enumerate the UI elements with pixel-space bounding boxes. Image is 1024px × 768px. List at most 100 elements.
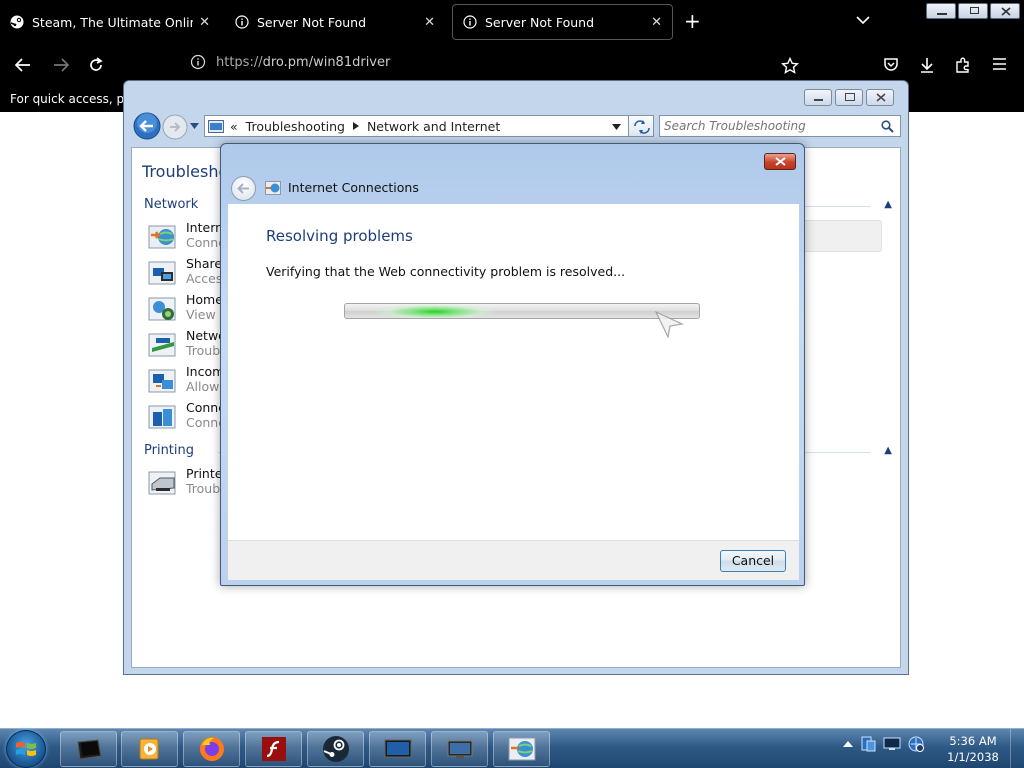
chevron-down-icon[interactable] <box>855 14 871 26</box>
pocket-icon[interactable] <box>883 57 899 73</box>
dialog-title: Internet Connections <box>288 180 419 195</box>
progress-marquee <box>375 304 495 318</box>
forward-arrow-icon[interactable] <box>52 57 70 73</box>
breadcrumb-prefix: « <box>230 118 238 134</box>
action-center-icon[interactable] <box>859 735 877 753</box>
window-controls <box>804 89 894 106</box>
new-tab-button[interactable]: + <box>684 11 701 31</box>
show-desktop-button[interactable] <box>1010 729 1024 768</box>
recent-pages-chevron-icon[interactable] <box>190 123 199 129</box>
address-bar[interactable]: « Troubleshooting Network and Internet <box>204 115 650 137</box>
media-player-icon <box>139 738 158 760</box>
item-subtitle: Troubl <box>186 343 224 358</box>
clock-time: 5:36 AM <box>949 734 997 748</box>
taskbar: 5:36 AM 1/1/2038 <box>0 728 1024 768</box>
refresh-button[interactable] <box>628 115 654 137</box>
status-message: Verifying that the Web connectivity prob… <box>266 264 626 279</box>
search-input[interactable] <box>664 117 874 135</box>
breadcrumb-troubleshooting[interactable]: Troubleshooting <box>246 119 345 134</box>
minimize-button[interactable] <box>926 3 956 19</box>
extensions-icon[interactable] <box>955 57 972 74</box>
breadcrumb-network-and-internet[interactable]: Network and Internet <box>367 119 500 134</box>
hamburger-menu-icon[interactable] <box>992 57 1007 71</box>
item-subtitle: Troubl <box>186 481 224 496</box>
windows-logo-icon <box>16 742 36 756</box>
taskbar-app-terminal[interactable] <box>60 731 117 767</box>
system-clock[interactable]: 5:36 AM 1/1/2038 <box>945 733 1001 765</box>
dialog-close-button[interactable] <box>764 153 796 170</box>
back-arrow-icon[interactable] <box>14 57 32 73</box>
tab-title: Steam, The Ultimate Online Ga <box>32 14 193 30</box>
maximize-button[interactable] <box>835 89 863 106</box>
printer-icon <box>148 471 176 495</box>
back-arrow-icon <box>237 183 249 194</box>
tab-bar: Steam, The Ultimate Online Ga ✕ Server N… <box>0 0 1024 44</box>
steam-icon <box>10 15 24 29</box>
search-icon[interactable] <box>881 120 894 133</box>
minimize-button[interactable] <box>804 89 832 106</box>
restore-button[interactable] <box>958 3 988 19</box>
close-window-button[interactable] <box>866 89 894 106</box>
start-button[interactable] <box>6 730 46 768</box>
incoming-connections-icon <box>148 369 176 393</box>
tab-server-not-found-1[interactable]: Server Not Found ✕ <box>225 4 445 40</box>
breadcrumb-separator-icon[interactable] <box>352 122 359 130</box>
close-icon[interactable]: ✕ <box>651 15 662 30</box>
taskbar-app-flash[interactable] <box>245 731 302 767</box>
show-hidden-icons-icon[interactable] <box>843 740 853 748</box>
cancel-button[interactable]: Cancel <box>720 550 786 572</box>
dialog-back-button[interactable] <box>231 176 256 201</box>
bookmark-hint-text: For quick access, plac <box>10 92 142 106</box>
close-window-button[interactable] <box>990 3 1020 19</box>
connection-workplace-icon <box>148 405 176 429</box>
download-icon[interactable] <box>919 57 935 74</box>
chevron-down-icon[interactable] <box>612 124 621 130</box>
dialog-heading: Resolving problems <box>266 227 413 245</box>
display-icon <box>447 740 472 759</box>
chevron-up-icon[interactable]: ▲ <box>884 199 892 210</box>
chevron-up-icon[interactable]: ▲ <box>884 445 892 456</box>
search-box[interactable] <box>659 115 901 137</box>
item-title: Home <box>186 292 223 307</box>
close-icon <box>775 157 786 166</box>
tab-title: Server Not Found <box>485 14 595 30</box>
internet-connections-icon <box>148 225 176 249</box>
bookmark-star-icon[interactable] <box>781 57 799 75</box>
url-bar[interactable]: https://dro.pm/win81driver <box>190 54 390 70</box>
reload-icon[interactable] <box>88 57 104 73</box>
firefox-icon <box>199 737 224 761</box>
info-icon[interactable] <box>190 54 206 70</box>
group-header-network[interactable]: Network <box>144 197 198 212</box>
back-arrow-icon[interactable] <box>133 112 161 140</box>
terminal-icon <box>76 739 102 760</box>
monitor-icon <box>384 739 411 758</box>
tab-server-not-found-2[interactable]: Server Not Found ✕ <box>452 4 673 40</box>
shared-folders-icon <box>148 261 176 285</box>
taskbar-app-firefox[interactable] <box>183 731 240 767</box>
system-tray <box>843 735 925 753</box>
info-icon <box>463 15 477 29</box>
taskbar-app-steam[interactable] <box>307 731 364 767</box>
taskbar-app-monitor[interactable] <box>369 731 426 767</box>
forward-arrow-icon[interactable] <box>162 114 188 140</box>
network-status-icon[interactable] <box>907 735 925 753</box>
progress-bar <box>344 303 700 319</box>
item-subtitle: Allow <box>186 379 220 394</box>
taskbar-app-display[interactable] <box>431 731 488 767</box>
url-text: dro.pm/win81driver <box>262 54 391 70</box>
hover-highlight <box>804 220 882 252</box>
info-icon <box>235 15 249 29</box>
dialog-footer: Cancel <box>228 540 799 580</box>
taskbar-app-media-player[interactable] <box>121 731 178 767</box>
monitor-tray-icon[interactable] <box>883 736 901 752</box>
close-icon[interactable]: ✕ <box>199 15 210 30</box>
tab-steam[interactable]: Steam, The Ultimate Online Ga ✕ <box>0 4 220 40</box>
taskbar-app-network-troubleshooter[interactable] <box>493 731 550 767</box>
group-header-printing[interactable]: Printing <box>144 443 194 458</box>
close-icon[interactable]: ✕ <box>424 15 435 30</box>
item-title: Incom <box>186 364 225 379</box>
homegroup-icon <box>148 297 176 321</box>
clock-date: 1/1/2038 <box>947 750 999 764</box>
url-scheme: https:// <box>216 54 263 70</box>
internet-connections-icon <box>265 181 281 195</box>
